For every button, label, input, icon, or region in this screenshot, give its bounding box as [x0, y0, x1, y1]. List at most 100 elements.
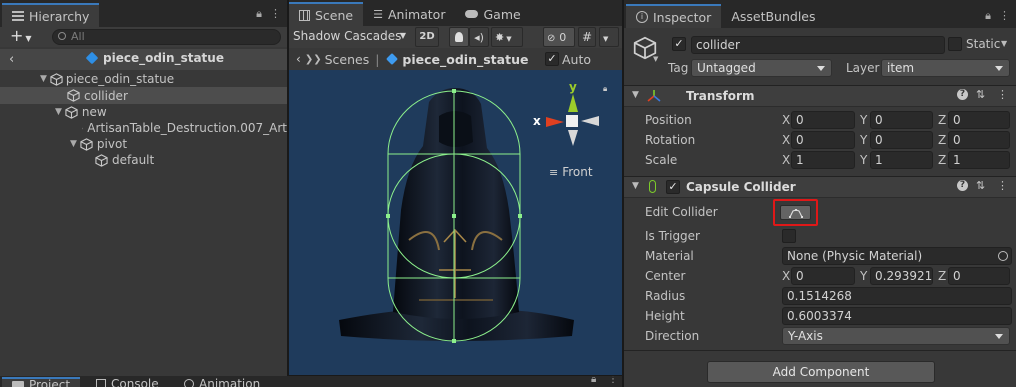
gizmos-toggle[interactable]: # [578, 27, 596, 47]
scale-z-field[interactable]: 1 [948, 151, 1010, 169]
material-field[interactable]: None (Physic Material) [782, 247, 1012, 265]
more-icon[interactable]: ⋮ [997, 88, 1008, 101]
tree-item-collider[interactable]: collider [0, 87, 287, 104]
tree-item-label: collider [84, 88, 128, 103]
tab-project[interactable]: Project [2, 377, 81, 387]
position-z-field[interactable]: 0 [948, 111, 1010, 129]
lock-icon[interactable]: 🔒︎ [985, 9, 991, 23]
tab-assetbundles[interactable]: AssetBundles [721, 4, 825, 28]
preset-icon[interactable]: ⇅ [976, 88, 985, 101]
gizmo-lock-icon[interactable]: 🔒︎ [603, 84, 607, 94]
more-icon[interactable]: ⋮ [608, 376, 618, 385]
object-picker-icon[interactable] [998, 251, 1008, 261]
more-icon[interactable]: ⋮ [997, 179, 1008, 192]
tree-item-new[interactable]: ▼ new [0, 104, 287, 120]
more-icon[interactable]: ⋮ [270, 7, 281, 21]
position-y-field[interactable]: 0 [870, 111, 933, 129]
tab-inspector[interactable]: i Inspector [626, 4, 722, 28]
height-field[interactable]: 0.6003374 [782, 307, 1012, 325]
center-label: Center [645, 269, 686, 283]
breadcrumb-back-icon[interactable]: ‹ [296, 52, 301, 66]
chevron-down-icon[interactable]: ▼ [1001, 39, 1007, 48]
scale-y-field[interactable]: 1 [870, 151, 933, 169]
radius-field[interactable]: 0.1514268 [782, 287, 1012, 305]
active-checkbox[interactable]: ✓ [672, 37, 686, 51]
gizmo-y-label: y [569, 80, 577, 94]
expand-arrow-icon[interactable]: ▼ [55, 107, 62, 117]
center-y-field[interactable]: 0.2939216 [870, 267, 933, 285]
tab-hierarchy[interactable]: Hierarchy [2, 3, 100, 27]
add-component-button[interactable]: Add Component [707, 361, 935, 383]
help-icon[interactable]: ? [957, 180, 968, 191]
scene-viewport[interactable]: y x 🔒︎ ≡ Front [289, 70, 622, 375]
back-arrow-icon[interactable]: ‹ [9, 52, 14, 67]
orientation-gizmo[interactable]: y x 🔒︎ [529, 80, 609, 150]
hierarchy-tab-controls: 🔒︎ ⋮ [256, 7, 281, 21]
axis-y-label[interactable]: Y [860, 133, 867, 147]
expand-arrow-icon[interactable]: ▼ [40, 74, 47, 84]
scale-x-field[interactable]: 1 [791, 151, 855, 169]
shading-mode-dropdown[interactable]: Shadow Cascades ▼ [291, 27, 409, 47]
capsule-collider-header[interactable]: ▼ ✓ Capsule Collider ? ⇅ ⋮ [624, 176, 1016, 198]
axis-y-label[interactable]: Y [860, 113, 867, 127]
search-input[interactable]: All [52, 29, 281, 45]
help-icon[interactable]: ? [957, 89, 968, 100]
effects-dropdown[interactable]: ✸ ▼ [491, 27, 523, 47]
edit-collider-button[interactable] [773, 199, 818, 226]
capsule-enabled-checkbox[interactable]: ✓ [666, 180, 680, 194]
tab-animation-label: Animation [199, 377, 261, 387]
direction-dropdown[interactable]: Y-Axis [782, 327, 1010, 345]
rotation-z-field[interactable]: 0 [948, 131, 1010, 149]
axis-x-label[interactable]: X [782, 133, 790, 147]
hidden-objects-toggle[interactable]: ⊘ 0 [543, 27, 575, 47]
view-label[interactable]: ≡ Front [549, 165, 593, 179]
layer-dropdown[interactable]: item [881, 59, 1010, 77]
transform-header[interactable]: ▼ Transform ? ⇅ ⋮ [624, 85, 1016, 107]
add-button[interactable]: + ▼ [10, 27, 32, 47]
position-x-field[interactable]: 0 [791, 111, 855, 129]
object-name-field[interactable]: collider [691, 36, 945, 54]
preset-icon[interactable]: ⇅ [976, 179, 985, 192]
lock-icon[interactable]: 🔒︎ [591, 376, 596, 385]
axis-x-label[interactable]: X [782, 113, 790, 127]
tree-item-pivot[interactable]: ▼ pivot [0, 136, 287, 152]
rotation-y-field[interactable]: 0 [870, 131, 933, 149]
center-x-field[interactable]: 0 [791, 267, 855, 285]
center-z-field[interactable]: 0 [948, 267, 1010, 285]
lock-icon[interactable]: 🔒︎ [256, 7, 262, 21]
lighting-toggle[interactable] [449, 27, 469, 47]
chevron-down-icon[interactable]: ▼ [653, 55, 658, 63]
axis-z-label[interactable]: Z [938, 153, 946, 167]
tab-scene[interactable]: Scene [289, 2, 364, 26]
expand-arrow-icon[interactable]: ▼ [70, 139, 77, 149]
toggle-2d-button[interactable]: 2D [415, 27, 439, 47]
tab-game[interactable]: Game [455, 2, 530, 26]
breadcrumb-scenes[interactable]: Scenes [325, 52, 370, 67]
tree-item-piece-odin-statue[interactable]: ▼ piece_odin_statue [0, 71, 287, 87]
tree-item-artisan-table[interactable]: ArtisanTable_Destruction.007_Art [0, 120, 287, 136]
auto-save-checkbox[interactable]: ✓ [545, 52, 559, 66]
rotation-x-field[interactable]: 0 [791, 131, 855, 149]
axis-y-label[interactable]: Y [860, 269, 867, 283]
axis-x-label[interactable]: X [782, 269, 790, 283]
audio-toggle[interactable]: ◂) [469, 27, 489, 47]
gizmo-x-cone-icon [546, 117, 564, 127]
gizmos-dropdown[interactable]: ▼ [599, 27, 619, 47]
tab-animator[interactable]: ☰ Animator [363, 2, 455, 26]
axis-z-label[interactable]: Z [938, 133, 946, 147]
tree-item-label: new [81, 105, 107, 119]
axis-z-label[interactable]: Z [938, 113, 946, 127]
more-icon[interactable]: ⋮ [999, 9, 1010, 23]
hierarchy-list-icon [12, 11, 24, 21]
tab-animation[interactable]: Animation [180, 377, 264, 387]
is-trigger-checkbox[interactable] [782, 229, 796, 243]
axis-z-label[interactable]: Z [938, 269, 946, 283]
static-checkbox[interactable] [948, 37, 962, 51]
scene-header-row[interactable]: ‹ piece_odin_statue [0, 49, 287, 70]
tag-dropdown[interactable]: Untagged [691, 59, 832, 77]
tab-assetbundles-label: AssetBundles [731, 8, 816, 24]
tree-item-default[interactable]: default [0, 152, 287, 168]
axis-x-label[interactable]: X [782, 153, 790, 167]
axis-y-label[interactable]: Y [860, 153, 867, 167]
tab-console[interactable]: Console [92, 377, 163, 387]
